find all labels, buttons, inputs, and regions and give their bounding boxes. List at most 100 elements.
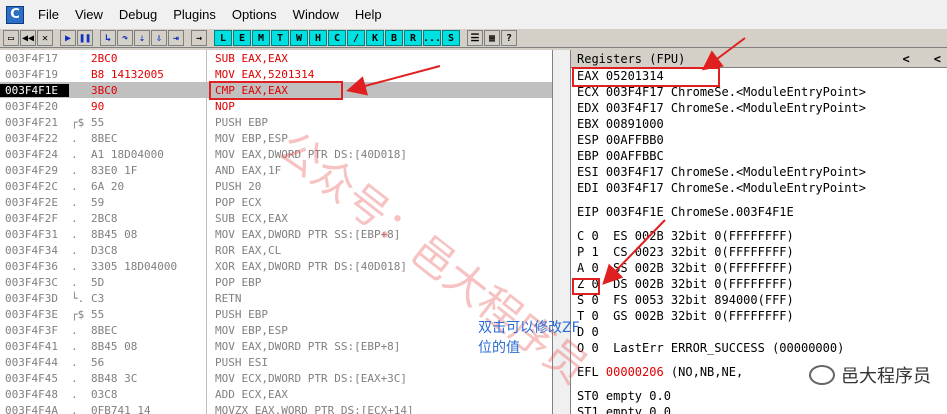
register-line[interactable]: EIP 003F4F1E ChromeSe.003F4F1E <box>571 204 947 220</box>
help-icon[interactable]: ? <box>501 30 517 46</box>
register-text: T 0 GS 002B 32bit 0(FFFFFFFF) <box>577 309 794 323</box>
disasm-row[interactable]: 003F4F45. 8B48 3C MOV ECX,DWORD PTR DS:[EA… <box>0 370 552 386</box>
disasm-hex: 2BC0 <box>91 51 118 65</box>
step-over-icon[interactable]: ↷ <box>117 30 133 46</box>
menu-bar: C File View Debug Plugins Options Window… <box>0 0 947 29</box>
registers-pane[interactable]: Registers (FPU) < < EAX 05201314 ECX 003F… <box>571 50 947 414</box>
menu-file[interactable]: File <box>30 7 67 22</box>
disasm-row[interactable]: 003F4F31. 8B45 08 MOV EAX,DWORD PTR SS:[EB… <box>0 226 552 242</box>
register-value-changed: 00000206 <box>605 365 664 379</box>
toolbar-m-button[interactable]: M <box>252 30 270 46</box>
register-line[interactable]: S 0 FS 0053 32bit 894000(FFF) <box>571 292 947 308</box>
pause-icon[interactable]: ❚❚ <box>77 30 93 46</box>
disasm-address: 003F4F45 <box>5 371 58 385</box>
disasm-address: 003F4F3F <box>5 323 58 337</box>
toolbar-s-button[interactable]: S <box>442 30 460 46</box>
register-line[interactable]: A 0 SS 002B 32bit 0(FFFFFFFF) <box>571 260 947 276</box>
disasm-row[interactable]: 003F4F3F. 8BEC MOV EBP,ESP <box>0 322 552 338</box>
toolbar-e-button[interactable]: E <box>233 30 251 46</box>
toolbar-l-button[interactable]: L <box>214 30 232 46</box>
menu-options[interactable]: Options <box>224 7 285 22</box>
register-text: O 0 LastErr ERROR_SUCCESS (00000000) <box>577 341 845 355</box>
grid-icon[interactable]: ▦ <box>484 30 500 46</box>
menu-view[interactable]: View <box>67 7 111 22</box>
disasm-hex: A1 18D04000 <box>91 147 164 161</box>
register-line[interactable]: C 0 ES 002B 32bit 0(FFFFFFFF) <box>571 228 947 244</box>
step-into-icon[interactable]: ↳ <box>100 30 116 46</box>
disasm-row[interactable]: 003F4F2E. 59 POP ECX <box>0 194 552 210</box>
wechat-brand: 邑大程序员 <box>809 362 931 388</box>
trace-over-icon[interactable]: ⇩ <box>151 30 167 46</box>
disasm-instruction: PUSH 20 <box>215 179 262 193</box>
disasm-address: 003F4F19 <box>5 67 58 81</box>
disasm-hex: 56 <box>91 355 105 369</box>
toolbar-c-button[interactable]: C <box>328 30 346 46</box>
disasm-marker: . <box>71 147 78 161</box>
run-icon[interactable]: ▶ <box>60 30 76 46</box>
register-line[interactable]: ESP 00AFFBB0 <box>571 132 947 148</box>
toolbar-t-button[interactable]: T <box>271 30 289 46</box>
disasm-row[interactable]: 003F4F20 90 NOP <box>0 98 552 114</box>
disasm-row[interactable]: 003F4F41. 8B45 08 MOV EAX,DWORD PTR SS:[EB… <box>0 338 552 354</box>
nav-left-button[interactable]: < <box>903 52 910 66</box>
disasm-row[interactable]: 003F4F4A. 0FB741 14 MOVZX EAX,WORD PTR DS:… <box>0 402 552 414</box>
disasm-row[interactable]: 003F4F44. 56 PUSH ESI <box>0 354 552 370</box>
disassembly-pane[interactable]: 003F4F17 2BC0 SUB EAX,EAX 003F4F19 B8 141320… <box>0 50 553 414</box>
open-folder-icon[interactable]: ▭ <box>3 30 19 46</box>
disasm-hex: 8B45 08 <box>91 339 138 353</box>
menu-plugins[interactable]: Plugins <box>165 7 224 22</box>
register-line[interactable]: P 1 CS 0023 32bit 0(FFFFFFFF) <box>571 244 947 260</box>
disasm-address: 003F4F17 <box>5 51 58 65</box>
register-line[interactable]: T 0 GS 002B 32bit 0(FFFFFFFF) <box>571 308 947 324</box>
register-line[interactable]: O 0 LastErr ERROR_SUCCESS (00000000) <box>571 340 947 356</box>
disasm-row[interactable]: 003F4F22. 8BEC MOV EBP,ESP <box>0 130 552 146</box>
register-line[interactable]: EDX 003F4F17 ChromeSe.<ModuleEntryPoint> <box>571 100 947 116</box>
goto-icon[interactable]: → <box>191 30 207 46</box>
disasm-row[interactable]: 003F4F48. 03C8 ADD ECX,EAX <box>0 386 552 402</box>
registers-header: Registers (FPU) < < <box>571 50 947 68</box>
register-text: ESI 003F4F17 ChromeSe.<ModuleEntryPoint> <box>577 165 866 179</box>
menu-debug[interactable]: Debug <box>111 7 165 22</box>
register-line[interactable]: EBP 00AFFBBC <box>571 148 947 164</box>
nav-right-button[interactable]: < <box>934 52 941 66</box>
disasm-row[interactable]: 003F4F2F. 2BC8 SUB ECX,EAX <box>0 210 552 226</box>
trace-into-icon[interactable]: ⇣ <box>134 30 150 46</box>
toolbar-h-button[interactable]: H <box>309 30 327 46</box>
disasm-marker: └. <box>71 291 85 305</box>
disasm-row[interactable]: 003F4F21 ┌$ 55 PUSH EBP <box>0 114 552 130</box>
register-line[interactable]: ESI 003F4F17 ChromeSe.<ModuleEntryPoint> <box>571 164 947 180</box>
disasm-row[interactable]: 003F4F2C. 6A 20 PUSH 20 <box>0 178 552 194</box>
close-icon[interactable]: ✕ <box>37 30 53 46</box>
toolbar-k-button[interactable]: K <box>366 30 384 46</box>
toolbar-b-button[interactable]: B <box>385 30 403 46</box>
toolbar-dots-button[interactable]: ... <box>423 30 441 46</box>
list-icon[interactable]: ☰ <box>467 30 483 46</box>
disasm-hex: 8BEC <box>91 131 118 145</box>
disasm-instruction: ADD ECX,EAX <box>215 387 288 401</box>
toolbar-r-button[interactable]: R <box>404 30 422 46</box>
register-line[interactable]: EDI 003F4F17 ChromeSe.<ModuleEntryPoint> <box>571 180 947 196</box>
disasm-address: 003F4F21 <box>5 115 58 129</box>
register-line[interactable]: ST0 empty 0.0 <box>571 388 947 404</box>
disasm-instruction: MOV EBP,ESP <box>215 323 288 337</box>
rewind-icon[interactable]: ◀◀ <box>20 30 36 46</box>
register-text: ST0 empty 0.0 <box>577 389 671 403</box>
disasm-row[interactable]: 003F4F19 B8 14132005 MOV EAX,5201314 <box>0 66 552 82</box>
menu-help[interactable]: Help <box>347 7 390 22</box>
register-line[interactable]: EBX 00891000 <box>571 116 947 132</box>
menu-window[interactable]: Window <box>285 7 347 22</box>
app-icon[interactable]: C <box>6 5 24 24</box>
toolbar-slash-button[interactable]: / <box>347 30 365 46</box>
disasm-hex: D3C8 <box>91 243 118 257</box>
disasm-row[interactable]: 003F4F17 2BC0 SUB EAX,EAX <box>0 50 552 66</box>
disasm-address: 003F4F34 <box>5 243 58 257</box>
disasm-address: 003F4F2E <box>5 195 58 209</box>
execute-till-return-icon[interactable]: ⇥ <box>168 30 184 46</box>
register-text: EBX 00891000 <box>577 117 664 131</box>
register-line[interactable]: ST1 empty 0.0 <box>571 404 947 414</box>
register-line[interactable]: D 0 <box>571 324 947 340</box>
disasm-marker: . <box>71 323 78 337</box>
register-line[interactable]: Z 0 DS 002B 32bit 0(FFFFFFFF) <box>571 276 947 292</box>
disasm-address: 003F4F3C <box>5 275 58 289</box>
toolbar-w-button[interactable]: W <box>290 30 308 46</box>
